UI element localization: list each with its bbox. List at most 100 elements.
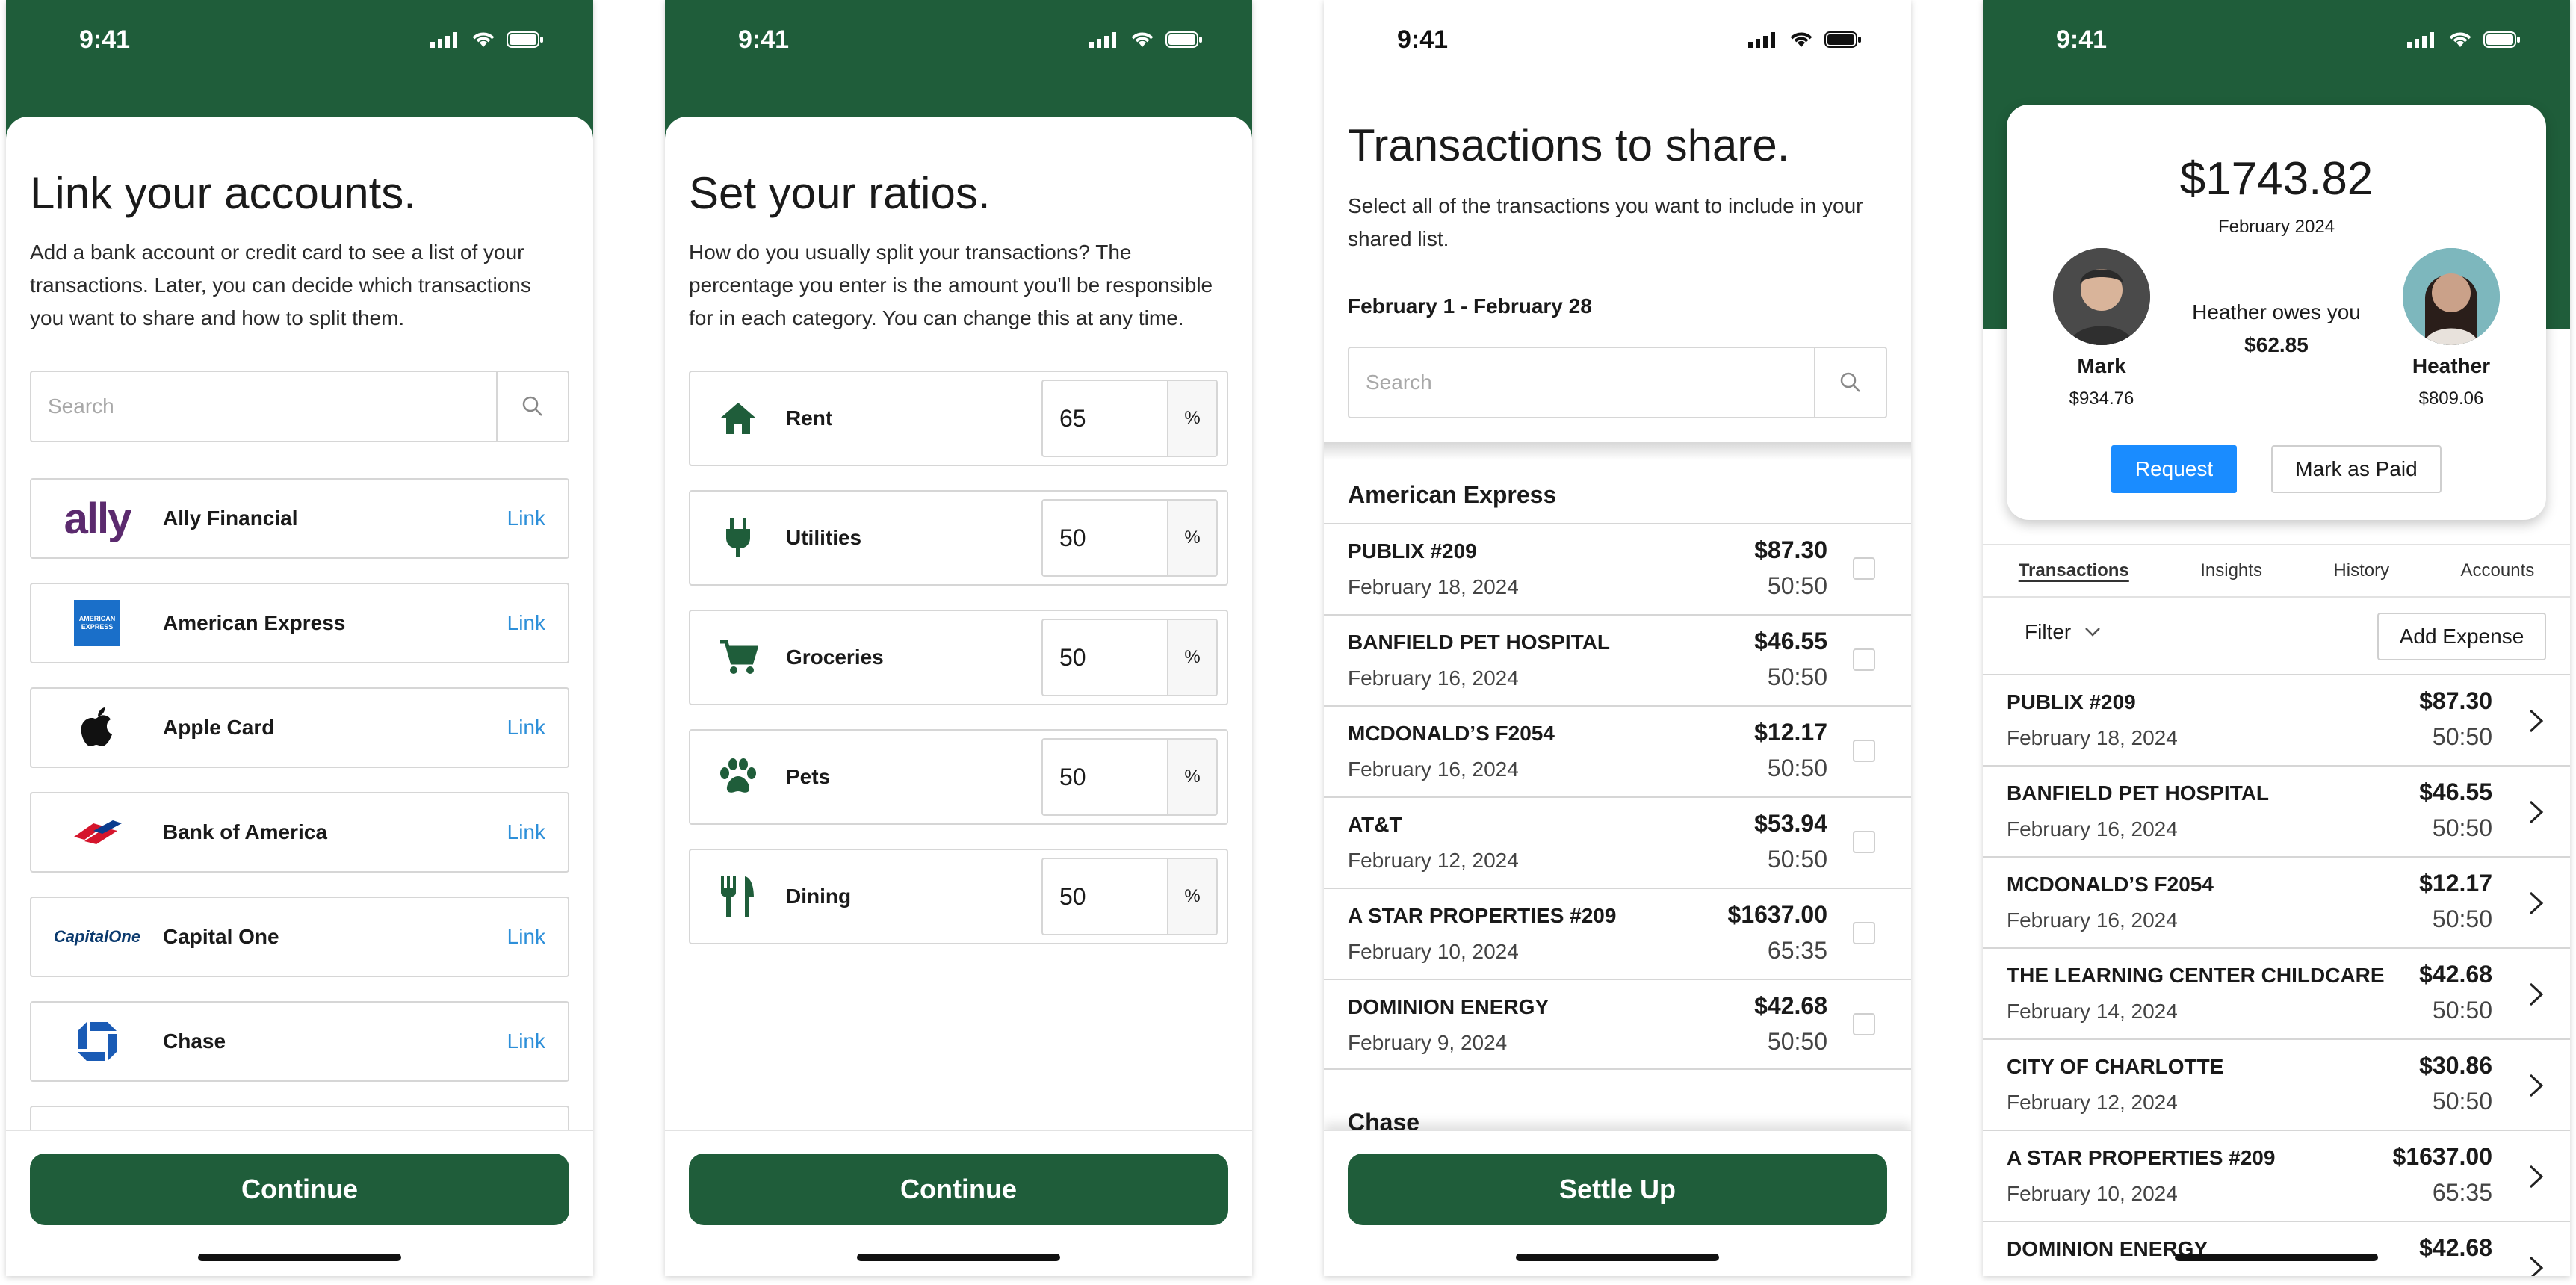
link-button[interactable]: Link (507, 716, 568, 740)
status-time: 9:41 (738, 25, 790, 54)
chevron-down-icon (2085, 628, 2101, 637)
bottom-action-bar: Continue (6, 1130, 593, 1276)
signal-icon (430, 32, 457, 48)
link-button[interactable]: Link (507, 611, 568, 635)
link-button[interactable]: Link (507, 507, 568, 530)
transaction-row[interactable]: THE LEARNING CENTER CHILDCARE February 1… (1983, 947, 2570, 1038)
transaction-row[interactable]: BANFIELD PET HOSPITAL February 16, 2024 … (1983, 765, 2570, 856)
status-bar: 9:41 (6, 0, 593, 79)
bank-item-american-express[interactable]: AMERICAN EXPRESS American Express Link (30, 583, 569, 663)
bank-search-input[interactable] (31, 372, 496, 441)
filter-dropdown[interactable]: Filter (2025, 620, 2101, 644)
transaction-row[interactable]: A STAR PROPERTIES #209 February 10, 2024… (1324, 888, 1911, 979)
ratio-input[interactable]: 65 (1041, 380, 1167, 457)
screens-canvas: 9:41 Link your accounts. Add a bank acco… (0, 0, 2576, 1285)
ratio-input[interactable]: 50 (1041, 619, 1167, 696)
transaction-row[interactable]: MCDONALD’S F2054 February 16, 2024 $12.1… (1983, 856, 2570, 947)
chevron-right-icon (2529, 1256, 2544, 1276)
chevron-right-icon (2529, 709, 2544, 733)
select-checkbox[interactable] (1853, 831, 1875, 853)
american-express-logo: AMERICAN EXPRESS (31, 600, 163, 646)
wifi-icon (1131, 32, 1154, 47)
transaction-row[interactable]: CITY OF CHARLOTTE February 12, 2024 $30.… (1983, 1038, 2570, 1130)
phone-screen-link-accounts: 9:41 Link your accounts. Add a bank acco… (6, 0, 593, 1276)
select-checkbox[interactable] (1853, 922, 1875, 944)
tab-transactions[interactable]: Transactions (2011, 556, 2137, 586)
owes-text: Heather owes you (2192, 300, 2361, 323)
link-button[interactable]: Link (507, 925, 568, 949)
transaction-row[interactable]: MCDONALD’S F2054 February 16, 2024 $12.1… (1324, 705, 1911, 796)
select-checkbox[interactable] (1853, 1013, 1875, 1035)
ratio-input[interactable]: 50 (1041, 738, 1167, 816)
tab-accounts[interactable]: Accounts (2453, 556, 2542, 586)
tab-insights[interactable]: Insights (2193, 556, 2270, 586)
link-button[interactable]: Link (507, 820, 568, 844)
chase-logo-icon (31, 1019, 163, 1064)
bank-name: Bank of America (163, 820, 327, 843)
category-name: Pets (786, 765, 831, 788)
search-button[interactable] (496, 372, 568, 441)
select-checkbox[interactable] (1853, 557, 1875, 580)
person-amount-heather: $809.06 (2418, 388, 2484, 409)
category-name: Dining (786, 885, 852, 908)
avatar-heather (2403, 248, 2500, 345)
signal-icon (1748, 32, 1775, 48)
person-name-mark: Mark (2077, 354, 2126, 377)
phone-screen-dashboard: 9:41 $1743.82 February 2024 Mark $934.76… (1983, 0, 2570, 1276)
fork-knife-icon (721, 876, 754, 917)
bank-item-chase[interactable]: Chase Link (30, 1001, 569, 1082)
transaction-row[interactable]: AT&T February 12, 2024 $53.94 50:50 (1324, 796, 1911, 888)
phone-screen-transactions-to-share: 9:41 Transactions to share. Select all o… (1324, 0, 1911, 1276)
person-amount-mark: $934.76 (2069, 388, 2134, 409)
transaction-row[interactable]: PUBLIX #209 February 18, 2024 $87.30 50:… (1983, 674, 2570, 765)
battery-icon (1824, 31, 1861, 48)
phone-screen-set-ratios: 9:41 Set your ratios. How do you usually… (665, 0, 1252, 1276)
tab-bar: Transactions Insights History Accounts (1983, 544, 2570, 596)
bank-item-bank-of-america[interactable]: Bank of America Link (30, 792, 569, 873)
page-description: Add a bank account or credit card to see… (30, 241, 531, 329)
bank-item-apple-card[interactable]: Apple Card Link (30, 687, 569, 768)
link-button[interactable]: Link (507, 1029, 568, 1053)
transaction-search-input[interactable] (1349, 348, 1814, 417)
transaction-row[interactable]: DOMINION ENERGY $42.68 (1983, 1221, 2570, 1276)
settle-up-button[interactable]: Settle Up (1348, 1154, 1887, 1225)
ratio-row-groceries: Groceries 50 % (689, 610, 1228, 705)
percent-suffix: % (1167, 738, 1218, 816)
ratio-input[interactable]: 50 (1041, 499, 1167, 577)
home-indicator (1516, 1254, 1719, 1261)
mark-as-paid-button[interactable]: Mark as Paid (2271, 445, 2442, 493)
bank-search (30, 371, 569, 442)
continue-button[interactable]: Continue (30, 1154, 569, 1225)
continue-button[interactable]: Continue (689, 1154, 1228, 1225)
transaction-row[interactable]: PUBLIX #209 February 18, 2024 $87.30 50:… (1324, 523, 1911, 614)
list-toolbar: Filter Add Expense (1983, 596, 2570, 674)
status-time: 9:41 (2056, 25, 2108, 54)
request-button[interactable]: Request (2111, 445, 2237, 493)
transaction-row[interactable]: DOMINION ENERGY February 9, 2024 $42.68 … (1324, 979, 1911, 1070)
chevron-right-icon (2529, 891, 2544, 915)
ratio-input[interactable]: 50 (1041, 858, 1167, 935)
add-expense-button[interactable]: Add Expense (2377, 613, 2546, 660)
bank-name: Capital One (163, 925, 279, 948)
status-bar: 9:41 (1983, 0, 2570, 79)
cart-icon (720, 640, 758, 674)
bank-item-capital-one[interactable]: CapitalOne Capital One Link (30, 897, 569, 977)
bank-item-ally[interactable]: ally Ally Financial Link (30, 478, 569, 559)
total-amount: $1743.82 (2179, 153, 2374, 205)
tab-history[interactable]: History (2326, 556, 2397, 586)
category-name: Groceries (786, 645, 884, 669)
battery-icon (1165, 31, 1202, 48)
plug-icon (726, 518, 750, 557)
avatar-mark (2053, 248, 2150, 345)
transaction-row[interactable]: BANFIELD PET HOSPITAL February 16, 2024 … (1324, 614, 1911, 705)
wifi-icon (472, 32, 495, 47)
transaction-row[interactable]: A STAR PROPERTIES #209 February 10, 2024… (1983, 1130, 2570, 1221)
search-button[interactable] (1814, 348, 1886, 417)
content-sheet: Link your accounts. Add a bank account o… (6, 117, 593, 1276)
status-time: 9:41 (1397, 25, 1449, 54)
transaction-search (1348, 347, 1887, 418)
select-checkbox[interactable] (1853, 740, 1875, 762)
select-checkbox[interactable] (1853, 648, 1875, 671)
page-title: Link your accounts. (30, 168, 416, 218)
home-indicator (198, 1254, 401, 1261)
